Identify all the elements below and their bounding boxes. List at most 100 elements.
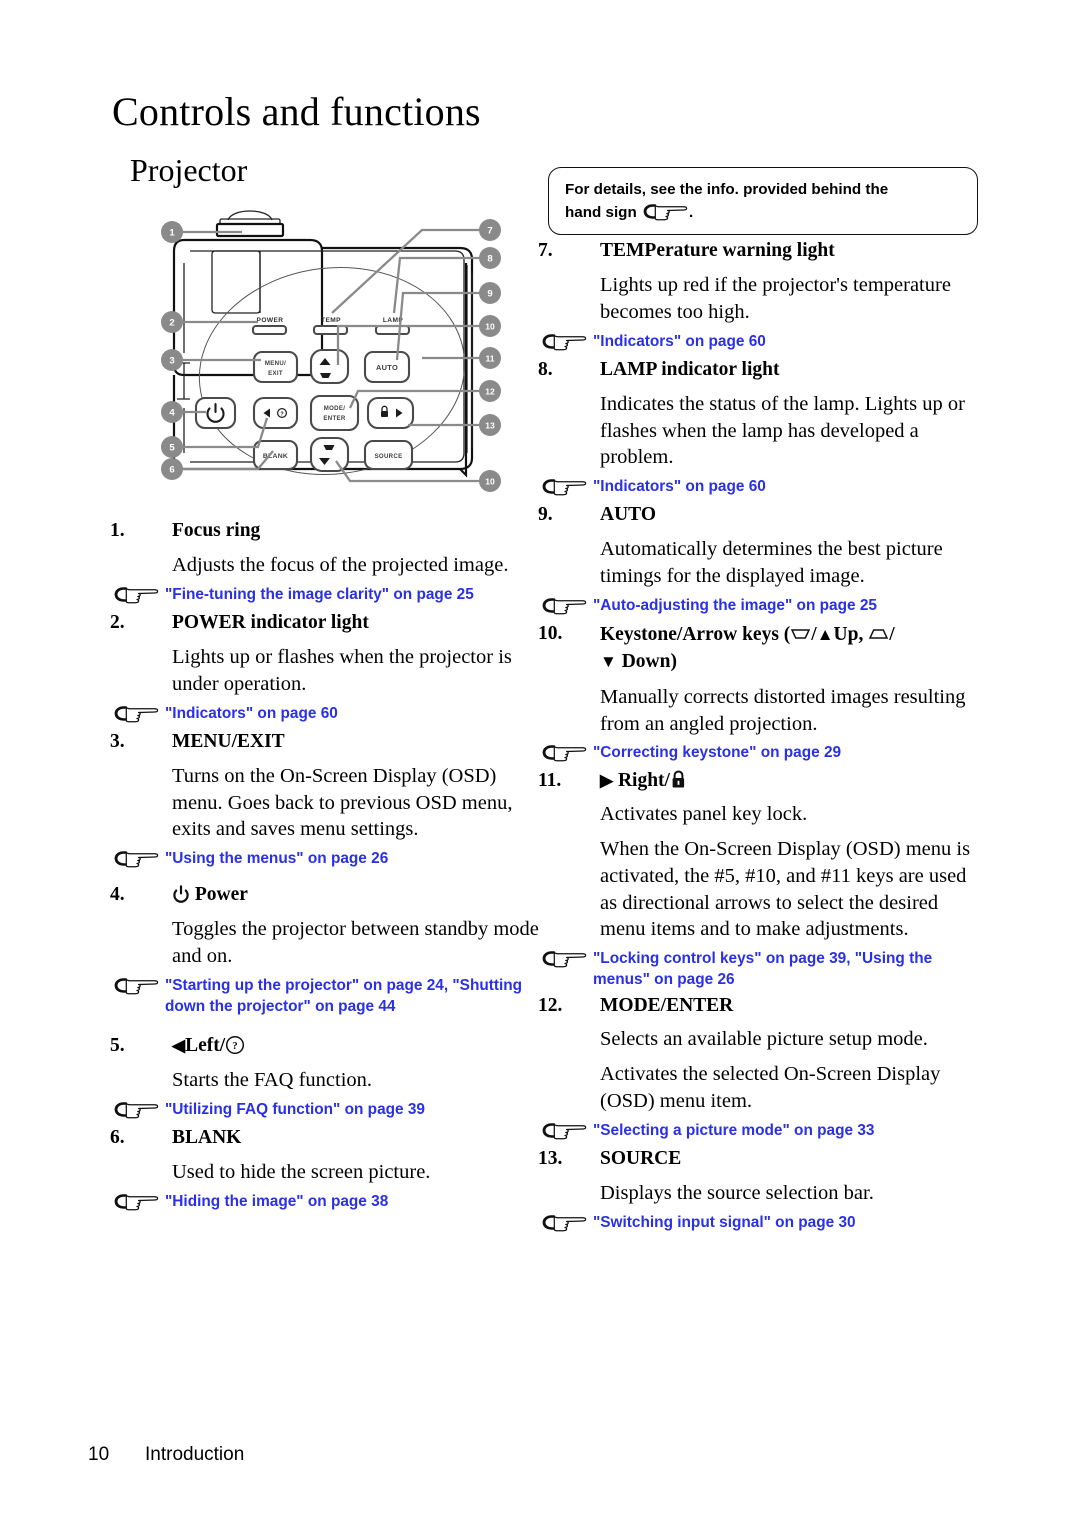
item-6-reference-text[interactable]: "Hiding the image" on page 38	[165, 1190, 388, 1212]
svg-text:ENTER: ENTER	[323, 415, 345, 422]
item-13-body: Displays the source selection bar.	[600, 1182, 874, 1205]
svg-text:6: 6	[169, 465, 174, 476]
projector-top-view-diagram: .body-ln { fill:none; stroke:#111; strok…	[160, 203, 505, 513]
item-6: 6. BLANK	[110, 1125, 550, 1150]
item-12-reference-text[interactable]: "Selecting a picture mode" on page 33	[593, 1119, 874, 1141]
item-10-title-part3: Up,	[833, 623, 864, 645]
svg-text:2: 2	[169, 318, 174, 329]
note-line-2-before: hand sign	[565, 204, 637, 222]
item-10-body: Manually corrects distorted images resul…	[600, 686, 966, 735]
item-3-number: 3.	[110, 730, 125, 752]
item-3-body: Turns on the On-Screen Display (OSD) men…	[172, 764, 513, 841]
item-10-reference-text[interactable]: "Correcting keystone" on page 29	[593, 741, 841, 763]
item-5-reference-text[interactable]: "Utilizing FAQ function" on page 39	[165, 1098, 425, 1120]
item-3-title: MENU/EXIT	[172, 730, 285, 752]
item-6-body: Used to hide the screen picture.	[172, 1161, 431, 1184]
svg-text:7: 7	[487, 226, 492, 237]
item-1-title: Focus ring	[172, 520, 261, 541]
note-line-2-after: .	[688, 204, 694, 222]
item-9-number: 9.	[538, 503, 553, 525]
right-column: 7. TEMPerature warning light Lights up r…	[538, 236, 988, 1238]
page-footer: 10 Introduction	[88, 1444, 244, 1466]
item-2-reference-text[interactable]: "Indicators" on page 60	[165, 702, 338, 724]
item-11-reference-text[interactable]: "Locking control keys" on page 39, "Usin…	[593, 947, 988, 991]
svg-text:POWER: POWER	[257, 317, 284, 324]
item-1-reference: "Fine-tuning the image clarity" on page …	[110, 583, 550, 607]
item-2-title: POWER indicator light	[172, 611, 369, 633]
item-12-title: MODE/ENTER	[600, 995, 734, 1017]
item-5-body: Starts the FAQ function.	[172, 1069, 373, 1092]
item-4-reference: "Starting up the projector" on page 24, …	[110, 974, 550, 1018]
item-10-number: 10.	[538, 622, 563, 644]
footer-section-label: Introduction	[145, 1444, 245, 1465]
item-3-reference: "Using the menus" on page 26	[110, 847, 550, 871]
item-4: 4. Power	[110, 882, 550, 907]
hand-pointing-icon	[541, 477, 593, 499]
item-13: 13. SOURCE	[538, 1146, 988, 1171]
item-1-body: Adjusts the focus of the projected image…	[172, 554, 509, 577]
item-11-number: 11.	[538, 770, 562, 792]
item-12: 12. MODE/ENTER	[538, 993, 988, 1018]
hand-pointing-icon	[113, 1100, 165, 1122]
svg-text:10: 10	[485, 321, 495, 331]
item-8-title: LAMP indicator light	[600, 358, 780, 380]
item-6-title: BLANK	[172, 1126, 242, 1148]
item-1-number: 1.	[110, 520, 125, 541]
svg-text:13: 13	[485, 420, 495, 430]
item-1-reference-text[interactable]: "Fine-tuning the image clarity" on page …	[165, 583, 474, 605]
item-4-reference-text[interactable]: "Starting up the projector" on page 24, …	[165, 974, 550, 1018]
item-7: 7. TEMPerature warning light	[538, 238, 988, 263]
note-callout-box: For details, see the info. provided behi…	[548, 167, 978, 236]
up-triangle-icon: ▲	[816, 624, 834, 644]
item-10-title-part5: Down)	[621, 650, 677, 672]
hand-pointing-icon	[113, 849, 165, 871]
item-5-title: Left/	[185, 1035, 226, 1056]
svg-text:4: 4	[169, 408, 175, 419]
item-2-reference: "Indicators" on page 60	[110, 702, 550, 726]
left-column: 1. Focus ring Adjusts the focus of the p…	[110, 516, 550, 1217]
svg-text:1: 1	[169, 228, 175, 239]
item-9-title: AUTO	[600, 503, 656, 525]
item-13-title: SOURCE	[600, 1147, 682, 1169]
item-5: 5. ◀Left/ ?	[110, 1033, 550, 1058]
item-12-body-2: Activates the selected On-Screen Display…	[600, 1063, 941, 1113]
item-10: 10. Keystone/Arrow keys (/▲Up, / ▼ Down)	[538, 621, 988, 676]
item-2-body: Lights up or flashes when the projector …	[172, 646, 512, 695]
right-triangle-icon: ▶	[600, 771, 614, 791]
item-10-title-part4: /	[889, 623, 895, 645]
left-triangle-icon: ◀	[172, 1036, 186, 1055]
keystone-wide-bottom-icon	[790, 622, 811, 639]
item-12-number: 12.	[538, 995, 563, 1017]
item-7-body: Lights up red if the projector's tempera…	[600, 274, 951, 323]
item-11-body-1: Activates panel key lock.	[600, 802, 808, 825]
hand-pointing-icon	[113, 976, 165, 998]
svg-text:11: 11	[485, 353, 494, 363]
item-9: 9. AUTO	[538, 502, 988, 527]
svg-text:9: 9	[487, 289, 492, 300]
item-8-number: 8.	[538, 358, 553, 380]
section-title: Projector	[130, 152, 248, 188]
item-9-body: Automatically determines the best pictur…	[600, 538, 943, 587]
item-8: 8. LAMP indicator light	[538, 357, 988, 382]
hand-pointing-icon	[541, 332, 593, 354]
item-3-reference-text[interactable]: "Using the menus" on page 26	[165, 847, 388, 869]
item-11: 11. ▶ Right/	[538, 768, 988, 793]
svg-text:AUTO: AUTO	[376, 363, 398, 372]
svg-text:3: 3	[169, 356, 174, 367]
item-8-reference: "Indicators" on page 60	[538, 475, 988, 499]
item-8-reference-text[interactable]: "Indicators" on page 60	[593, 475, 766, 497]
item-7-reference-text[interactable]: "Indicators" on page 60	[593, 330, 766, 352]
hand-pointing-icon	[642, 202, 688, 221]
svg-text:SOURCE: SOURCE	[375, 453, 403, 460]
item-13-reference-text[interactable]: "Switching input signal" on page 30	[593, 1211, 856, 1233]
item-12-body-1: Selects an available picture setup mode.	[600, 1027, 928, 1050]
item-10-title-part1: Keystone/Arrow keys (	[600, 623, 791, 645]
hand-pointing-icon	[541, 1213, 593, 1235]
hand-pointing-icon	[541, 743, 593, 765]
svg-text:12: 12	[485, 386, 495, 396]
item-9-reference-text[interactable]: "Auto-adjusting the image" on page 25	[593, 594, 877, 616]
item-13-reference: "Switching input signal" on page 30	[538, 1211, 988, 1235]
power-icon	[172, 884, 190, 903]
svg-text:TEMP: TEMP	[321, 317, 341, 324]
item-7-number: 7.	[538, 240, 553, 261]
